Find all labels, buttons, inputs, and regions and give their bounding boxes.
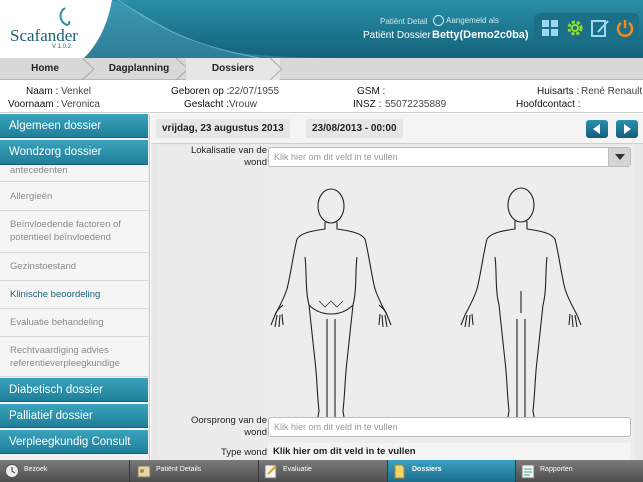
naam-value: Venkel bbox=[61, 86, 92, 97]
bottom-tab-bar: Bezoek Patiënt Details Evaluatie Dossier… bbox=[0, 460, 643, 482]
lokalisatie-label: Lokalisatie van de wond bbox=[190, 145, 267, 168]
tab-dossiers[interactable]: Dossiers bbox=[388, 460, 516, 482]
naam-label: Naam : bbox=[26, 86, 59, 97]
huisarts-value: René Renault bbox=[581, 86, 643, 97]
geboren-value: 22/07/1955 bbox=[229, 86, 280, 97]
breadcrumb-separator-icon bbox=[82, 58, 94, 80]
previous-button[interactable] bbox=[586, 120, 608, 138]
clock-icon bbox=[5, 464, 19, 478]
date-long[interactable]: vrijdag, 23 augustus 2013 bbox=[156, 119, 290, 138]
sidebar-item-rechtvaardiging-advies[interactable]: Rechtvaardiging advies referentieverplee… bbox=[0, 337, 148, 377]
logged-in-user: Betty(Demo2c0ba) bbox=[432, 29, 529, 41]
reports-icon bbox=[521, 464, 535, 479]
tab-bezoek-label: Bezoek bbox=[24, 466, 48, 473]
sidebar-item-allergieen[interactable]: Allergieën bbox=[0, 182, 148, 211]
geboren-label: Geboren op : bbox=[171, 86, 230, 97]
tab-bezoek[interactable]: Bezoek bbox=[0, 460, 130, 482]
sidebar: Algemeen dossier Wondzorg dossier antece… bbox=[0, 114, 150, 460]
date-time[interactable]: 23/08/2013 - 00:00 bbox=[306, 119, 403, 138]
tab-evaluatie-label: Evaluatie bbox=[283, 466, 312, 473]
oorsprong-placeholder: Klik hier om dit veld in te vullen bbox=[274, 422, 398, 432]
folder-icon bbox=[394, 464, 405, 479]
date-bar: vrijdag, 23 augustus 2013 23/08/2013 - 0… bbox=[151, 114, 643, 144]
patient-details-icon bbox=[137, 465, 151, 478]
sidebar-item-gezinstoestand[interactable]: Gezinstoestand bbox=[0, 253, 148, 281]
body-diagram[interactable] bbox=[269, 173, 631, 443]
sidebar-item-beinvloedende-factoren[interactable]: Beïnvloedende factoren of potentieel beï… bbox=[0, 211, 148, 253]
tab-rapporten[interactable]: Rapporten bbox=[516, 460, 643, 482]
sidebar-item-evaluatie-behandeling[interactable]: Evaluatie behandeling bbox=[0, 309, 148, 337]
body-back-figure bbox=[460, 187, 582, 425]
arrow-left-icon bbox=[593, 124, 600, 134]
app-version: V 1.0.2 bbox=[52, 44, 72, 50]
edit-icon[interactable] bbox=[589, 17, 611, 39]
tab-patient-details-label: Patiënt Details bbox=[156, 466, 202, 473]
logged-in-caption: Aangemeld als bbox=[446, 16, 499, 25]
patient-dossier-link[interactable]: Patiënt Dossier bbox=[363, 30, 431, 41]
dashboard-icon[interactable] bbox=[539, 17, 561, 39]
voornaam-value: Veronica bbox=[61, 99, 100, 110]
app-logo: Scafander bbox=[10, 26, 78, 45]
breadcrumb: Home Dagplanning Dossiers bbox=[0, 58, 643, 80]
geslacht-label: Geslacht : bbox=[184, 99, 230, 110]
insz-value: 55072235889 bbox=[385, 99, 447, 110]
breadcrumb-dagplanning[interactable]: Dagplanning bbox=[94, 58, 184, 80]
evaluation-icon bbox=[264, 464, 277, 479]
lokalisatie-placeholder: Klik hier om dit veld in te vullen bbox=[274, 152, 398, 162]
body-chart-image bbox=[270, 187, 582, 425]
tab-dossiers-label: Dossiers bbox=[412, 466, 442, 473]
lokalisatie-dropdown-button[interactable] bbox=[608, 148, 630, 166]
app-header: Scafander V 1.0.2 Patiënt Detail Patiënt… bbox=[0, 0, 643, 58]
power-icon[interactable] bbox=[614, 17, 636, 39]
gsm-label: GSM : bbox=[357, 86, 386, 97]
patient-detail-caption: Patiënt Detail bbox=[380, 17, 428, 26]
user-icon bbox=[433, 15, 444, 26]
voornaam-label: Voornaam : bbox=[8, 99, 60, 110]
sidebar-section-wondzorg[interactable]: Wondzorg dossier bbox=[0, 140, 148, 165]
settings-gear-icon[interactable] bbox=[564, 17, 586, 39]
type-wond-label: Type wond bbox=[221, 447, 267, 458]
lokalisatie-field[interactable]: Klik hier om dit veld in te vullen bbox=[268, 147, 631, 167]
sidebar-item-antecedenten[interactable]: antecedenten bbox=[0, 165, 148, 182]
huisarts-label: Huisarts : bbox=[537, 86, 580, 97]
type-wond-field[interactable]: Klik hier om dit veld in te vullen bbox=[268, 443, 631, 460]
sidebar-item-klinische-beoordeling[interactable]: Klinische beoordeling bbox=[0, 281, 148, 309]
breadcrumb-dossiers[interactable]: Dossiers bbox=[186, 58, 280, 80]
next-button[interactable] bbox=[616, 120, 638, 138]
insz-label: INSZ : bbox=[353, 99, 382, 110]
geslacht-value: Vrouw bbox=[229, 99, 257, 110]
body-front-figure bbox=[270, 188, 392, 425]
breadcrumb-separator-icon bbox=[270, 58, 282, 80]
sidebar-section-verpleegkundig-consult[interactable]: Verpleegkundig Consult bbox=[0, 430, 148, 454]
arrow-right-icon bbox=[624, 124, 631, 134]
wound-form: Lokalisatie van de wond Klik hier om dit… bbox=[159, 145, 635, 460]
patient-info-bar: Naam : Venkel Voornaam : Veronica Gebore… bbox=[0, 81, 643, 113]
oorsprong-field[interactable]: Klik hier om dit veld in te vullen bbox=[268, 417, 631, 437]
sidebar-section-algemeen[interactable]: Algemeen dossier bbox=[0, 114, 148, 138]
breadcrumb-home[interactable]: Home bbox=[0, 58, 90, 80]
tab-rapporten-label: Rapporten bbox=[540, 466, 573, 473]
chevron-down-icon bbox=[615, 154, 625, 160]
oorsprong-label: Oorsprong van de wond bbox=[190, 415, 267, 438]
tab-evaluatie[interactable]: Evaluatie bbox=[259, 460, 388, 482]
sidebar-section-palliatief[interactable]: Palliatief dossier bbox=[0, 404, 148, 428]
sidebar-section-diabetisch[interactable]: Diabetisch dossier bbox=[0, 378, 148, 402]
tab-patient-details[interactable]: Patiënt Details bbox=[130, 460, 259, 482]
hoofdcontact-label: Hoofdcontact : bbox=[516, 99, 581, 110]
main-panel: vrijdag, 23 augustus 2013 23/08/2013 - 0… bbox=[151, 114, 643, 460]
